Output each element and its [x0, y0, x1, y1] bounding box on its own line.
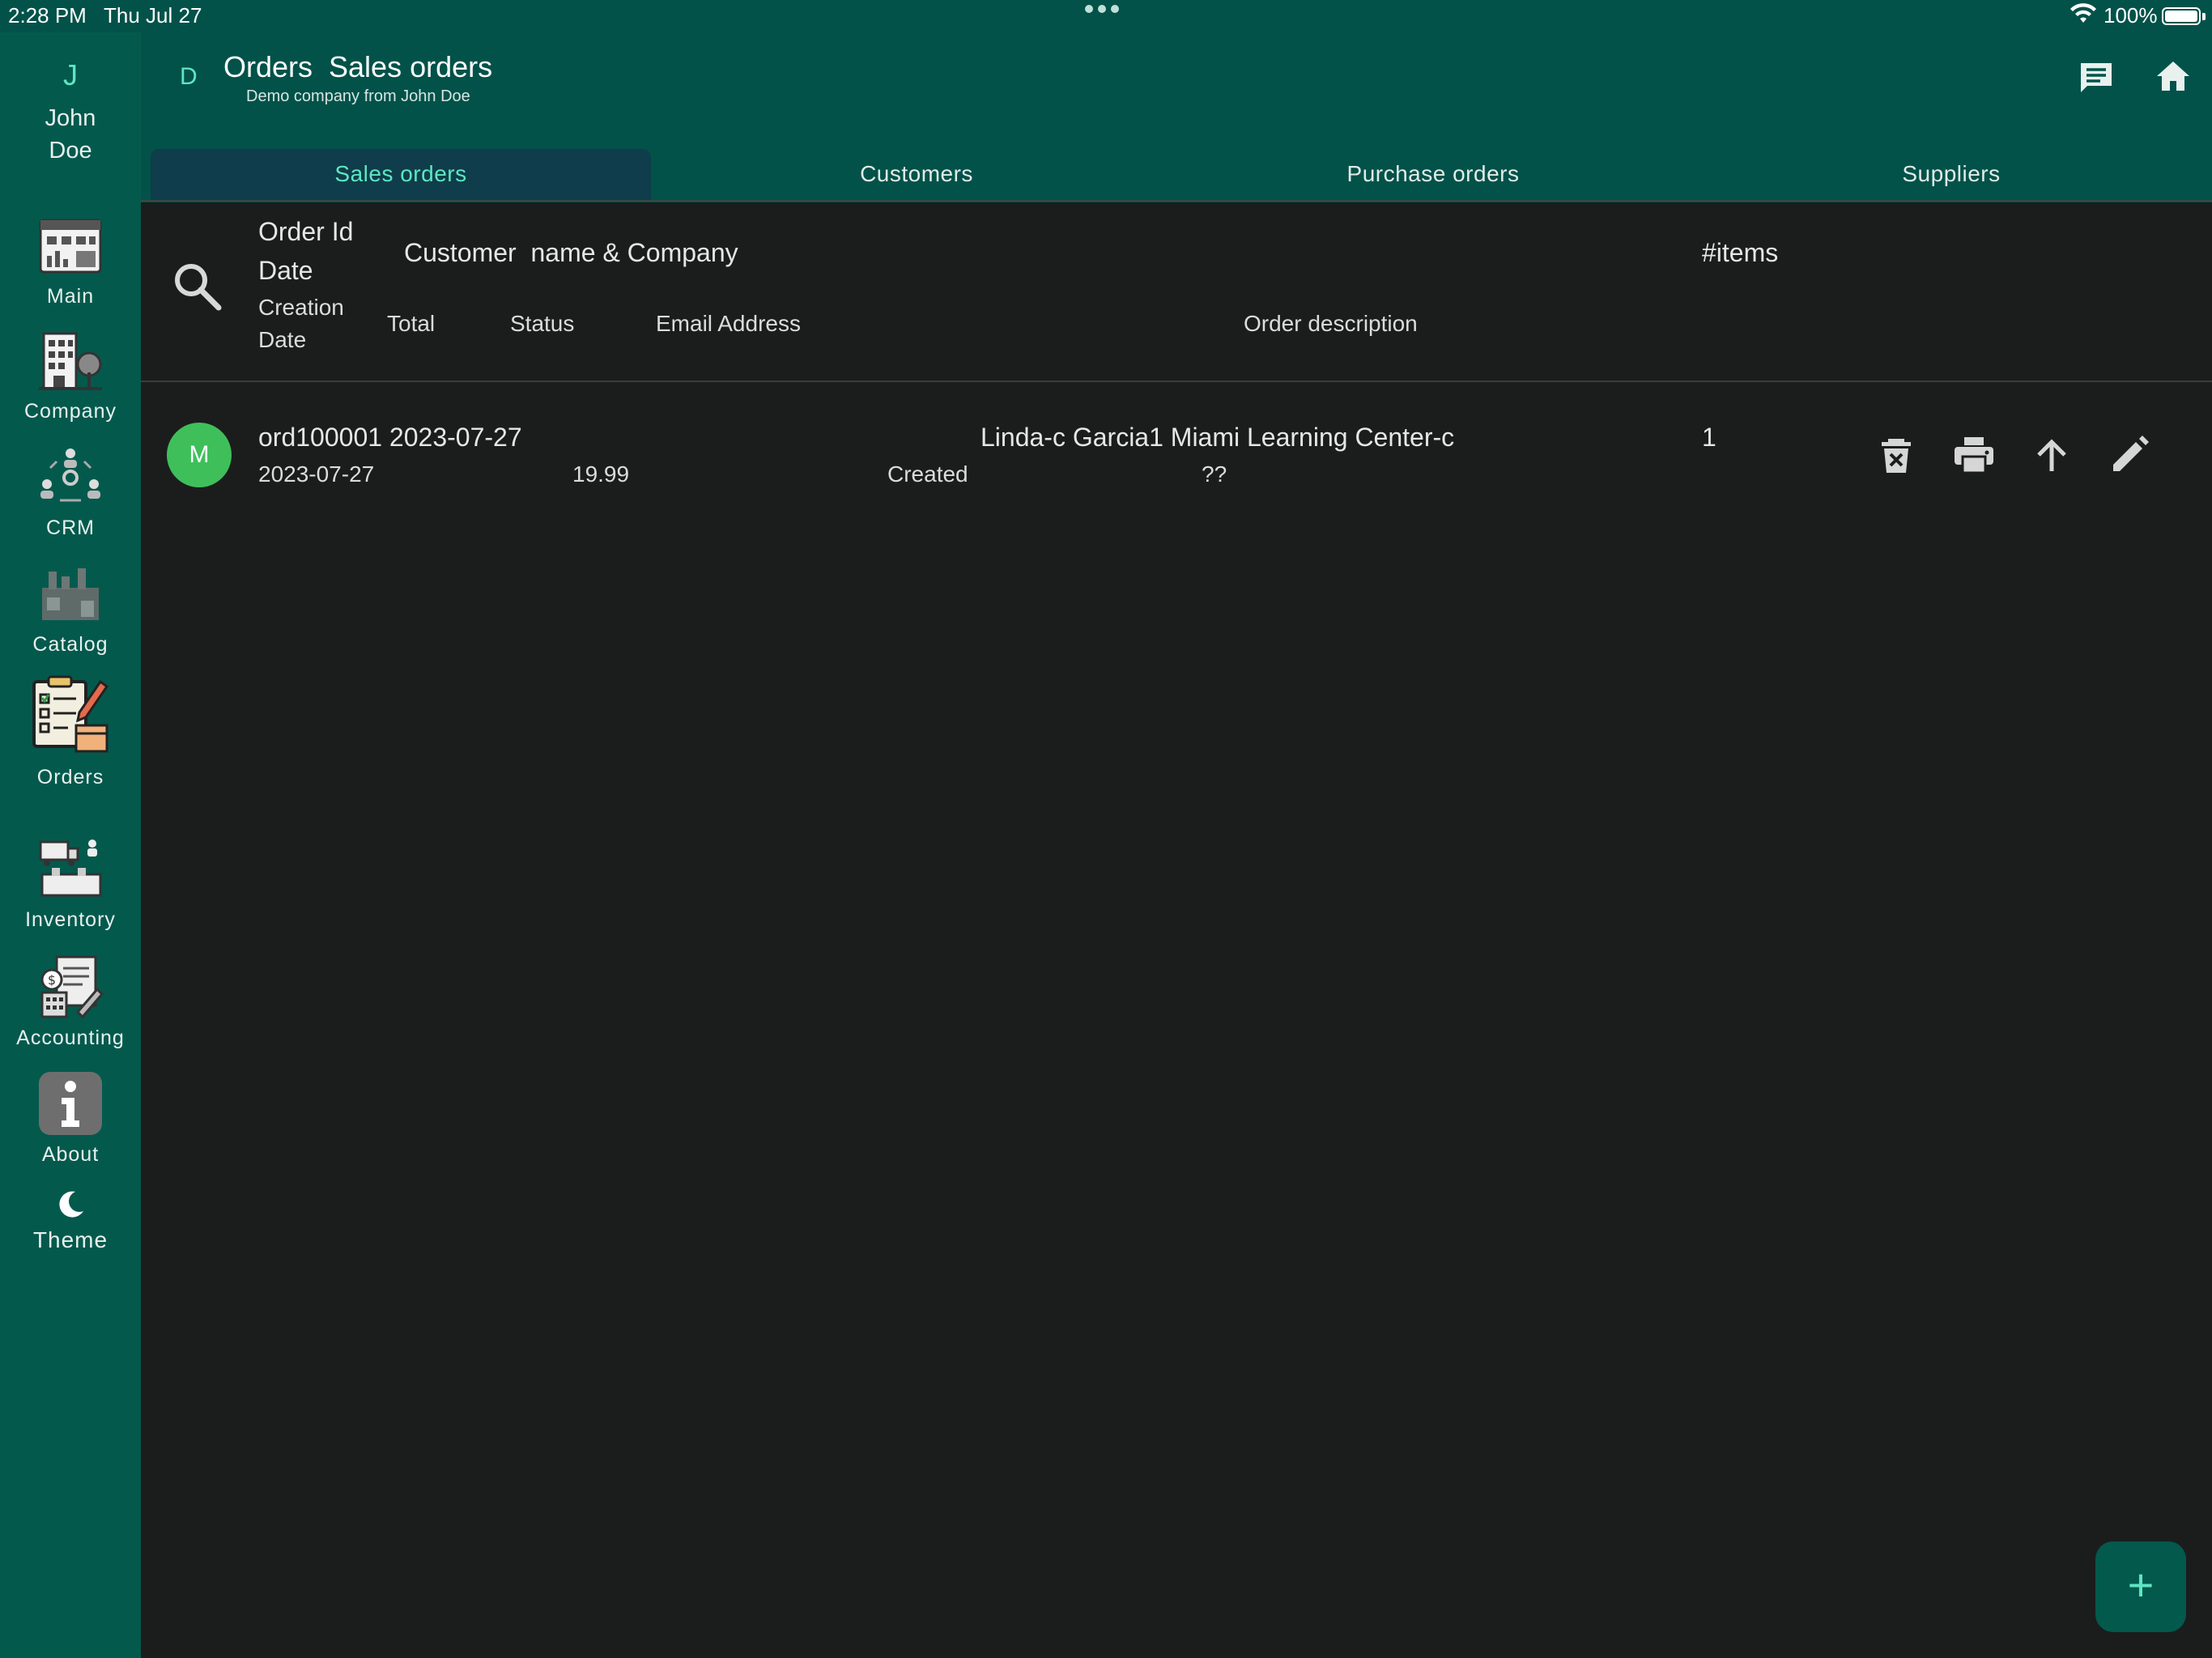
row-description: ??: [1202, 461, 1227, 487]
column-order-id: Order Id: [258, 217, 354, 246]
row-avatar: M: [167, 423, 232, 487]
nav-label-company: Company: [24, 400, 117, 423]
edit-icon[interactable]: [2107, 432, 2152, 478]
nav-item-main[interactable]: Main: [0, 212, 141, 317]
tab-sales-orders[interactable]: Sales orders: [151, 149, 651, 201]
catalog-factory-icon: [42, 568, 99, 620]
tab-customers[interactable]: Customers: [664, 149, 1169, 201]
dashboard-icon: [39, 219, 102, 274]
company-subtitle: Demo company from John Doe: [246, 87, 470, 105]
battery-percent: 100%: [2104, 3, 2158, 28]
wifi-icon: [2070, 3, 2096, 23]
row-total: 19.99: [572, 461, 630, 487]
column-creation-date-line1: Creation: [258, 295, 344, 320]
battery-tip: [2202, 13, 2206, 20]
column-creation-date-line2: Date: [258, 327, 307, 352]
row-order-id-date[interactable]: ord100001 2023-07-27: [258, 423, 522, 453]
arrow-up-icon[interactable]: [2029, 432, 2074, 478]
nav-label-about: About: [41, 1143, 100, 1166]
crm-people-icon: [40, 449, 100, 502]
nav-item-crm[interactable]: CRM: [0, 444, 141, 549]
nav-label-theme: Theme: [32, 1227, 108, 1252]
page-title: Orders Sales orders: [223, 50, 493, 83]
column-customer: Customer name & Company: [404, 238, 738, 267]
column-total: Total: [387, 311, 436, 336]
theme-toggle[interactable]: Theme: [0, 1185, 141, 1266]
info-icon: [39, 1072, 102, 1135]
column-email: Email Address: [656, 311, 801, 336]
row-creation-date: 2023-07-27: [258, 461, 375, 487]
status-time: 2:28 PM: [8, 3, 87, 28]
nav-label-accounting: Accounting: [16, 1027, 125, 1049]
column-date: Date: [258, 256, 313, 285]
tab-purchase-orders[interactable]: Purchase orders: [1174, 149, 1692, 201]
plus-icon: +: [2127, 1559, 2155, 1610]
status-date: Thu Jul 27: [104, 3, 202, 28]
nav-item-accounting[interactable]: $ Accounting: [0, 952, 141, 1057]
user-name[interactable]: John Doe: [0, 102, 141, 167]
row-items: 1: [1702, 423, 1716, 452]
company-building-icon: [39, 332, 102, 390]
moon-icon: [59, 1191, 83, 1218]
user-last-name: Doe: [49, 138, 92, 164]
nav-item-about[interactable]: About: [0, 1069, 141, 1174]
nav-item-orders[interactable]: Orders: [0, 675, 141, 797]
user-first-name: John: [45, 105, 96, 131]
battery-icon: [2162, 7, 2201, 25]
print-icon[interactable]: [1951, 432, 1997, 478]
nav-item-catalog[interactable]: Catalog: [0, 560, 141, 665]
home-icon[interactable]: [2154, 58, 2193, 94]
column-items: #items: [1702, 238, 1779, 267]
row-status: Created: [887, 461, 968, 487]
column-description: Order description: [1244, 311, 1418, 336]
search-icon[interactable]: [170, 259, 223, 312]
nav-item-inventory[interactable]: Inventory: [0, 834, 141, 939]
inventory-warehouse-icon: [39, 840, 102, 897]
accounting-calculator-icon: $: [40, 955, 104, 1019]
multitasking-dots-icon[interactable]: [1085, 5, 1119, 13]
user-avatar-initial[interactable]: J: [0, 58, 141, 92]
tab-bar-divider: [141, 200, 2212, 202]
tab-suppliers[interactable]: Suppliers: [1700, 149, 2202, 201]
nav-label-inventory: Inventory: [25, 908, 116, 931]
svg-text:$: $: [48, 972, 56, 988]
nav-label-catalog: Catalog: [32, 633, 108, 656]
chat-icon[interactable]: [2078, 60, 2115, 96]
orders-clipboard-icon: [32, 675, 109, 753]
company-initial[interactable]: D: [180, 63, 198, 91]
nav-item-company[interactable]: Company: [0, 327, 141, 432]
table-header-divider: [141, 380, 2212, 382]
column-status: Status: [510, 311, 575, 336]
row-customer[interactable]: Linda-c Garcia1 Miami Learning Center-c: [981, 423, 1454, 453]
delete-icon[interactable]: [1874, 432, 1919, 478]
nav-label-main: Main: [46, 285, 95, 308]
nav-label-orders: Orders: [36, 766, 104, 789]
nav-label-crm: CRM: [46, 517, 95, 539]
